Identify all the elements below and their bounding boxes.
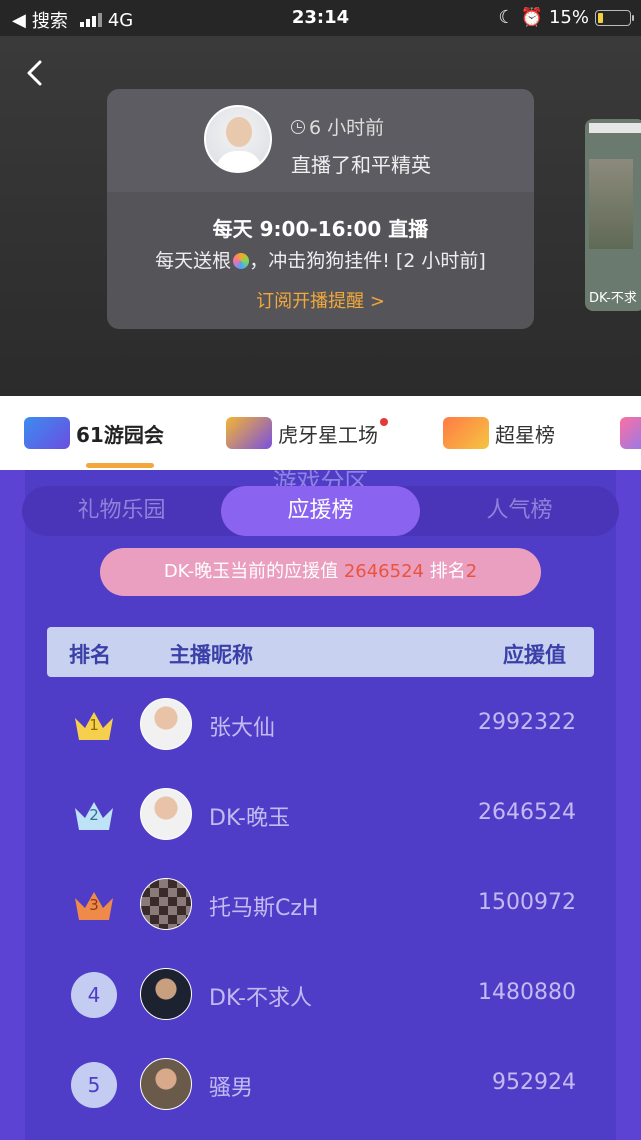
table-row[interactable]: 3 托马斯CzH 1500972 xyxy=(25,860,616,950)
super-star-logo-icon xyxy=(443,417,489,449)
battery-icon xyxy=(595,9,634,26)
rank-number: 1 xyxy=(89,716,99,734)
support-score: 2646524 xyxy=(478,800,576,825)
tab-star-workshop[interactable]: 虎牙星工场 xyxy=(226,396,388,470)
notice-mid: 排名 xyxy=(423,561,466,582)
support-score: 1500972 xyxy=(478,890,576,915)
table-row[interactable]: 5 骚男 952924 xyxy=(25,1040,616,1130)
tab-more[interactable] xyxy=(620,396,641,470)
avatar[interactable] xyxy=(140,1058,192,1110)
rank-badge: 4 xyxy=(71,972,117,1018)
moon-icon: ☾ xyxy=(498,7,515,28)
tab-label: 虎牙星工场 xyxy=(278,422,378,447)
tab-61-carnival[interactable]: 61游园会 xyxy=(24,396,164,470)
rank-number: 3 xyxy=(89,896,99,914)
gift-text-a: 每天送根 xyxy=(155,250,232,272)
battery-percent: 15% xyxy=(548,7,589,28)
notice-rank: 2 xyxy=(465,561,478,582)
gift-notice: 每天送根 ，冲击狗狗挂件! [2 小时前] xyxy=(107,246,534,273)
table-header: 排名 主播昵称 应援值 xyxy=(47,627,594,677)
segment-gift-park[interactable]: 礼物乐园 xyxy=(22,486,221,536)
stream-thumbnail[interactable]: DK-不求 xyxy=(585,119,641,311)
streamer-name: DK-不求人 xyxy=(209,986,312,1011)
star-workshop-logo-icon xyxy=(226,417,272,449)
rank-badge: 5 xyxy=(71,1062,117,1108)
back-chevron-icon[interactable] xyxy=(20,58,50,88)
segment-support-list[interactable]: 应援榜 xyxy=(221,486,420,536)
event-tab-bar: 61游园会 虎牙星工场 超星榜 xyxy=(0,396,641,470)
streamer-name: DK-晚玉 xyxy=(209,806,290,831)
gift-text-b: ，冲击狗狗挂件! xyxy=(249,250,390,272)
avatar[interactable] xyxy=(140,878,192,930)
notice-prefix: DK-晚玉当前的应援值 xyxy=(163,561,344,582)
clock-icon xyxy=(291,119,305,134)
more-logo-icon xyxy=(620,417,641,449)
table-row[interactable]: 1 张大仙 2992322 xyxy=(25,680,616,770)
streamer-avatar[interactable] xyxy=(204,105,272,173)
avatar[interactable] xyxy=(140,788,192,840)
avatar[interactable] xyxy=(140,968,192,1020)
subscribe-reminder-link[interactable]: 订阅开播提醒 > xyxy=(107,287,534,313)
time-ago: 6 小时前 xyxy=(291,113,384,140)
tab-super-star-list[interactable]: 超星榜 xyxy=(443,396,555,470)
header-name: 主播昵称 xyxy=(169,643,253,667)
played-text: 直播了和平精英 xyxy=(291,153,431,177)
card-header: 6 小时前 直播了和平精英 xyxy=(107,89,534,192)
header-area: 6 小时前 直播了和平精英 每天 9:00-16:00 直播 每天送根 ，冲击狗狗… xyxy=(0,36,641,396)
status-bar: ◀ 搜索 4G 23:14 ☾ ⏰ 15% xyxy=(0,0,641,36)
status-right: ☾ ⏰ 15% xyxy=(498,7,634,28)
rank-number: 2 xyxy=(89,806,99,824)
carnival-logo-icon xyxy=(24,417,70,449)
tab-label: 61游园会 xyxy=(76,422,164,447)
notice-value: 2646524 xyxy=(343,561,424,582)
streamer-name: 骚男 xyxy=(209,1076,254,1101)
segment-popularity-list[interactable]: 人气榜 xyxy=(420,486,619,536)
table-row[interactable]: 4 DK-不求人 1480880 xyxy=(25,950,616,1040)
streamer-name: 托马斯CzH xyxy=(209,896,319,921)
time-ago-text: 6 小时前 xyxy=(309,117,385,139)
alarm-icon: ⏰ xyxy=(520,7,543,28)
thumb-topbar xyxy=(589,123,641,133)
current-support-notice: DK-晚玉当前的应援值 2646524 排名2 xyxy=(100,548,541,596)
ranking-section: 游戏分区 礼物乐园 应援榜 人气榜 DK-晚玉当前的应援值 2646524 排名… xyxy=(0,468,641,1140)
segment-control: 礼物乐园 应援榜 人气榜 xyxy=(22,486,619,536)
tab-label: 超星榜 xyxy=(495,422,555,447)
support-score: 1480880 xyxy=(478,980,576,1005)
header-score: 应援值 xyxy=(503,643,566,667)
new-dot-badge xyxy=(380,418,388,426)
thumb-label: DK-不求 xyxy=(589,291,637,306)
support-score: 2992322 xyxy=(478,710,576,735)
thumb-scene xyxy=(589,159,633,249)
live-info-card: 6 小时前 直播了和平精英 每天 9:00-16:00 直播 每天送根 ，冲击狗狗… xyxy=(107,89,534,329)
avatar[interactable] xyxy=(140,698,192,750)
lollipop-icon xyxy=(233,253,250,269)
schedule-text: 每天 9:00-16:00 直播 xyxy=(212,217,429,241)
support-score: 952924 xyxy=(492,1070,576,1095)
streamer-name: 张大仙 xyxy=(209,716,276,741)
table-row[interactable]: 2 DK-晚玉 2646524 xyxy=(25,770,616,860)
header-rank: 排名 xyxy=(69,643,111,667)
gift-time: [2 小时前] xyxy=(395,250,486,272)
